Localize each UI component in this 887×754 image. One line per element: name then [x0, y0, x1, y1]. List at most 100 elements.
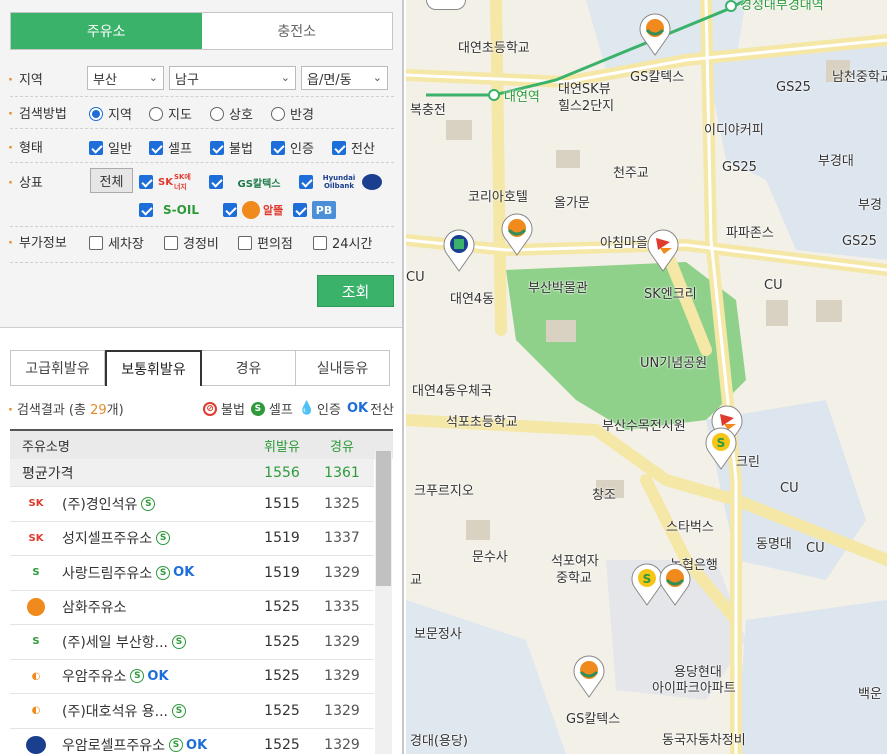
- brand-pb-checkbox[interactable]: PB: [293, 201, 336, 219]
- station-name[interactable]: 우암로셀프주유소: [62, 735, 165, 754]
- station-name[interactable]: 사랑드림주유소: [62, 563, 152, 583]
- map-label: 파파존스: [726, 226, 774, 241]
- diesel-price: 1329: [324, 668, 360, 685]
- s-oil-map-pin[interactable]: S: [704, 426, 738, 470]
- svg-text:S: S: [717, 436, 726, 450]
- extra-store-checkbox[interactable]: 편의점: [238, 233, 293, 252]
- tab-diesel[interactable]: 경유: [202, 350, 296, 386]
- tab-regular-gasoline[interactable]: 보통휘발유: [105, 350, 202, 386]
- table-row[interactable]: 삼화주유소 1525 1335: [10, 591, 374, 625]
- map-label: 크린: [736, 455, 760, 470]
- type-self-checkbox[interactable]: 셀프: [149, 138, 192, 157]
- search-button[interactable]: 조회: [317, 275, 394, 307]
- table-row[interactable]: ◐ (주)대호석유 용... S 1525 1329: [10, 694, 374, 729]
- map-label: 스타벅스: [666, 520, 714, 535]
- map-label: CU: [406, 270, 425, 285]
- checkbox-icon: [271, 140, 285, 155]
- map-label: 대연4동: [450, 292, 495, 307]
- map-label: 석포초등학교: [446, 415, 518, 430]
- brand-sk-checkbox[interactable]: SK SK에너지: [139, 173, 196, 191]
- table-row[interactable]: ◐ 우암주유소 S OK 1525 1329: [10, 660, 374, 694]
- station-name[interactable]: (주)대호석유 용...: [62, 701, 168, 721]
- tab-gas-station[interactable]: 주유소: [11, 13, 202, 49]
- station-name[interactable]: (주)경인석유: [62, 494, 137, 514]
- extra-carwash-label: 세차장: [108, 237, 144, 252]
- diesel-price: 1329: [324, 633, 360, 650]
- sk-map-pin[interactable]: [646, 228, 680, 272]
- method-name-radio[interactable]: 상호: [210, 104, 253, 123]
- brand-hyundai-checkbox[interactable]: Hyundai Oilbank: [299, 173, 382, 191]
- station-name[interactable]: 성지셀프주유소: [62, 528, 152, 548]
- city-select[interactable]: 부산 ⌄: [87, 66, 164, 90]
- scrollbar-thumb[interactable]: [376, 451, 391, 586]
- table-row[interactable]: SK 성지셀프주유소 S 1519 1337: [10, 522, 374, 556]
- pb-logo-text: PB: [315, 203, 333, 217]
- brand-altteul-checkbox[interactable]: 알뜰: [223, 201, 283, 219]
- divider: [10, 96, 394, 97]
- checkbox-icon: [139, 175, 153, 189]
- gs-caltex-map-pin[interactable]: [572, 654, 606, 698]
- map-label: 이디야커피: [704, 123, 764, 138]
- map-label: 동국자동차정비: [662, 733, 746, 748]
- checkbox-icon: [89, 235, 103, 250]
- result-count-number: 29: [90, 403, 107, 418]
- method-region-radio[interactable]: 지역: [89, 104, 132, 123]
- checkbox-icon: [313, 235, 327, 250]
- checkbox-icon: [293, 203, 307, 217]
- hyundai-oilbank-map-pin[interactable]: [442, 228, 476, 272]
- checkbox-icon: [238, 235, 252, 250]
- type-certified-checkbox[interactable]: 인증: [271, 138, 314, 157]
- map-label: 남천중학교: [832, 70, 887, 85]
- average-row: 평균가격 1556 1361: [10, 459, 374, 487]
- map[interactable]: 경성대부경대역 대연초등학교 GS칼텍스 남천중학교 복충전 대연역 대연SK뷰…: [406, 0, 887, 754]
- tab-charging-station[interactable]: 충전소: [201, 13, 392, 49]
- type-label: 형태: [8, 137, 43, 156]
- brand-soil-checkbox[interactable]: S-OIL: [139, 201, 204, 219]
- gasoline-price: 1515: [264, 495, 300, 512]
- radio-icon: [271, 106, 285, 121]
- table-row[interactable]: S (주)세일 부산항... S 1525 1329: [10, 625, 374, 660]
- ok-icon: OK: [147, 668, 169, 684]
- type-normal-checkbox[interactable]: 일반: [89, 138, 132, 157]
- gasoline-price: 1525: [264, 668, 300, 685]
- extra-24h-checkbox[interactable]: 24시간: [313, 233, 372, 252]
- self-service-icon: S: [141, 496, 156, 511]
- divider: [10, 162, 394, 163]
- gs-caltex-map-pin[interactable]: [638, 12, 672, 56]
- radio-icon: [149, 106, 163, 121]
- map-label: GS칼텍스: [566, 712, 621, 727]
- tab-kerosene[interactable]: 실내등유: [296, 350, 390, 386]
- method-radius-radio[interactable]: 반경: [271, 104, 314, 123]
- gs-caltex-map-pin[interactable]: [658, 562, 692, 606]
- fuel-tabs: 고급휘발유 보통휘발유 경유 실내등유: [10, 350, 390, 386]
- divider: [10, 262, 394, 263]
- table-row[interactable]: SK (주)경인석유 S 1515 1325: [10, 487, 374, 522]
- station-name[interactable]: 우암주유소: [62, 666, 126, 686]
- type-self-label: 셀프: [168, 142, 192, 157]
- town-select[interactable]: 읍/면/동 ⌄: [301, 66, 388, 90]
- type-computerized-checkbox[interactable]: 전산: [332, 138, 375, 157]
- type-illegal-checkbox[interactable]: 불법: [210, 138, 253, 157]
- divider: [10, 226, 394, 227]
- station-name[interactable]: (주)세일 부산항...: [62, 632, 168, 652]
- map-label: 복충전: [410, 103, 446, 118]
- method-label: 검색방법: [8, 103, 67, 122]
- station-name[interactable]: 삼화주유소: [62, 597, 126, 617]
- map-label: 교: [410, 573, 422, 588]
- extra-carwash-checkbox[interactable]: 세차장: [89, 233, 144, 252]
- district-select[interactable]: 남구 ⌄: [169, 66, 296, 90]
- table-row[interactable]: S 사랑드림주유소 S OK 1519 1329: [10, 556, 374, 591]
- scrollbar[interactable]: [375, 451, 392, 754]
- tab-premium-gasoline[interactable]: 고급휘발유: [10, 350, 105, 386]
- result-count: 검색결과 (총 29개): [8, 399, 124, 418]
- map-label: GS25: [722, 160, 757, 175]
- brand-gs-checkbox[interactable]: GS칼텍스: [209, 173, 290, 191]
- map-pin-partial[interactable]: [426, 0, 466, 10]
- extra-maintenance-checkbox[interactable]: 경정비: [164, 233, 219, 252]
- table-row[interactable]: 우암로셀프주유소 S OK 1525 1329: [10, 729, 374, 754]
- map-label: 코리아호텔: [468, 190, 528, 205]
- method-map-radio[interactable]: 지도: [149, 104, 192, 123]
- gs-caltex-map-pin[interactable]: [500, 212, 534, 256]
- brand-all-button[interactable]: 전체: [90, 168, 133, 193]
- checkbox-icon: [209, 175, 223, 189]
